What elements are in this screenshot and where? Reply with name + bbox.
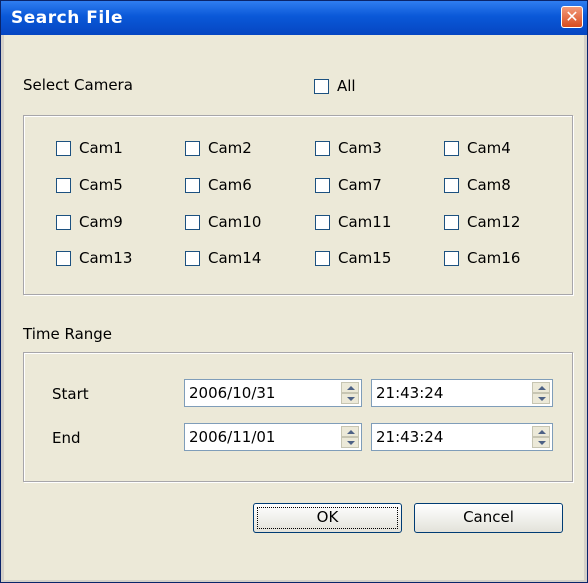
cam7-checkbox[interactable]: Cam7 xyxy=(315,176,382,194)
close-icon: ✕ xyxy=(565,7,579,26)
cam16-checkbox-box[interactable] xyxy=(444,250,459,266)
cam11-checkbox-box[interactable] xyxy=(315,214,330,230)
select-camera-label: Select Camera xyxy=(23,76,133,94)
cam1-checkbox[interactable]: Cam1 xyxy=(56,139,123,157)
cam3-label: Cam3 xyxy=(338,139,382,157)
spin-up-icon[interactable] xyxy=(532,426,550,437)
cam14-label: Cam14 xyxy=(208,249,262,267)
all-checkbox[interactable]: All xyxy=(314,77,356,95)
cam4-label: Cam4 xyxy=(467,139,511,157)
cam11-checkbox[interactable]: Cam11 xyxy=(315,213,391,231)
cam1-checkbox-box[interactable] xyxy=(56,140,71,156)
end-date-field[interactable]: 2006/11/01 xyxy=(184,423,362,451)
cam13-checkbox[interactable]: Cam13 xyxy=(56,249,132,267)
cam10-label: Cam10 xyxy=(208,213,262,231)
cam14-checkbox-box[interactable] xyxy=(185,250,200,266)
cam12-checkbox-box[interactable] xyxy=(444,214,459,230)
cam15-checkbox-box[interactable] xyxy=(315,250,330,266)
cam3-checkbox[interactable]: Cam3 xyxy=(315,139,382,157)
cam16-label: Cam16 xyxy=(467,249,521,267)
start-label: Start xyxy=(52,385,89,403)
cam9-label: Cam9 xyxy=(79,213,123,231)
cam5-checkbox-box[interactable] xyxy=(56,177,71,193)
time-range-group: Start 2006/10/31 21:43:24 End 2006/11/01 xyxy=(23,352,573,482)
cam4-checkbox[interactable]: Cam4 xyxy=(444,139,511,157)
cam11-label: Cam11 xyxy=(338,213,392,231)
window-title: Search File xyxy=(11,8,124,28)
cam7-label: Cam7 xyxy=(338,176,382,194)
cam8-checkbox[interactable]: Cam8 xyxy=(444,176,511,194)
spin-down-icon[interactable] xyxy=(341,437,359,448)
spin-up-icon[interactable] xyxy=(341,382,359,393)
all-checkbox-box[interactable] xyxy=(314,78,329,94)
close-button[interactable]: ✕ xyxy=(561,6,583,28)
cam1-label: Cam1 xyxy=(79,139,123,157)
cam12-checkbox[interactable]: Cam12 xyxy=(444,213,520,231)
camera-group: Cam1 Cam2 Cam3 Cam4 Cam5 Cam6 Cam7 Cam8 … xyxy=(23,115,573,295)
spin-down-icon[interactable] xyxy=(341,393,359,404)
start-date-spinner[interactable] xyxy=(341,382,359,404)
cam13-label: Cam13 xyxy=(79,249,133,267)
time-range-label: Time Range xyxy=(23,325,113,343)
cam6-label: Cam6 xyxy=(208,176,252,194)
ok-button[interactable]: OK xyxy=(253,503,402,533)
cam4-checkbox-box[interactable] xyxy=(444,140,459,156)
all-checkbox-label: All xyxy=(337,77,356,95)
cam2-checkbox-box[interactable] xyxy=(185,140,200,156)
start-time-value: 21:43:24 xyxy=(376,384,444,402)
start-time-field[interactable]: 21:43:24 xyxy=(371,379,553,407)
cam9-checkbox[interactable]: Cam9 xyxy=(56,213,123,231)
dialog-body: Select Camera All Cam1 Cam2 Cam3 Cam4 Ca… xyxy=(4,35,584,580)
cam5-checkbox[interactable]: Cam5 xyxy=(56,176,123,194)
start-time-spinner[interactable] xyxy=(532,382,550,404)
cam12-label: Cam12 xyxy=(467,213,521,231)
cam5-label: Cam5 xyxy=(79,176,123,194)
cam8-label: Cam8 xyxy=(467,176,511,194)
focus-rect xyxy=(257,507,398,529)
end-time-spinner[interactable] xyxy=(532,426,550,448)
cam9-checkbox-box[interactable] xyxy=(56,214,71,230)
cam15-label: Cam15 xyxy=(338,249,392,267)
spin-up-icon[interactable] xyxy=(532,382,550,393)
end-label: End xyxy=(52,429,81,447)
end-date-value: 2006/11/01 xyxy=(189,428,276,446)
start-date-field[interactable]: 2006/10/31 xyxy=(184,379,362,407)
cam3-checkbox-box[interactable] xyxy=(315,140,330,156)
title-bar[interactable]: Search File ✕ xyxy=(1,1,587,35)
cancel-button-label: Cancel xyxy=(463,508,514,526)
spin-down-icon[interactable] xyxy=(532,437,550,448)
cam8-checkbox-box[interactable] xyxy=(444,177,459,193)
end-time-value: 21:43:24 xyxy=(376,428,444,446)
search-file-dialog: Search File ✕ Select Camera All Cam1 Cam… xyxy=(0,0,588,583)
cam16-checkbox[interactable]: Cam16 xyxy=(444,249,520,267)
cam14-checkbox[interactable]: Cam14 xyxy=(185,249,261,267)
cam6-checkbox-box[interactable] xyxy=(185,177,200,193)
spin-up-icon[interactable] xyxy=(341,426,359,437)
cam10-checkbox-box[interactable] xyxy=(185,214,200,230)
spin-down-icon[interactable] xyxy=(532,393,550,404)
end-date-spinner[interactable] xyxy=(341,426,359,448)
cam2-checkbox[interactable]: Cam2 xyxy=(185,139,252,157)
cam13-checkbox-box[interactable] xyxy=(56,250,71,266)
cam7-checkbox-box[interactable] xyxy=(315,177,330,193)
cam10-checkbox[interactable]: Cam10 xyxy=(185,213,261,231)
cancel-button[interactable]: Cancel xyxy=(414,503,563,533)
start-date-value: 2006/10/31 xyxy=(189,384,276,402)
end-time-field[interactable]: 21:43:24 xyxy=(371,423,553,451)
cam15-checkbox[interactable]: Cam15 xyxy=(315,249,391,267)
cam2-label: Cam2 xyxy=(208,139,252,157)
cam6-checkbox[interactable]: Cam6 xyxy=(185,176,252,194)
